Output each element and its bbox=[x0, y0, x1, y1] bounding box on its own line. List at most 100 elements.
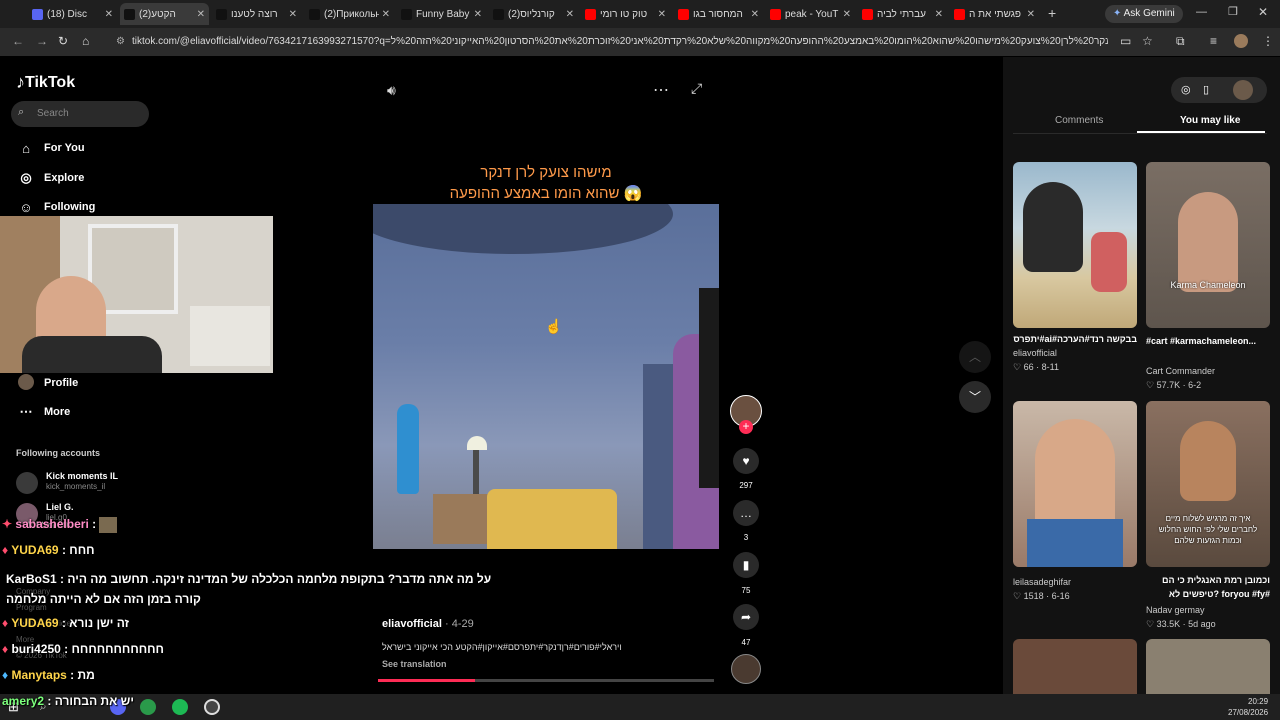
see-translation-link[interactable]: See translation bbox=[382, 659, 447, 669]
site-info-icon[interactable]: ⚙ bbox=[116, 32, 125, 52]
chevron-down-icon: ﹀ bbox=[968, 390, 981, 404]
tiktok-logo[interactable]: ♪ TikTok bbox=[16, 72, 75, 93]
tab-title: peak - YouT bbox=[785, 8, 839, 20]
profile-avatar-icon[interactable] bbox=[1234, 34, 1248, 48]
browser-menu-icon[interactable]: ⋮ bbox=[1262, 34, 1274, 48]
volume-icon[interactable]: 🔊︎ bbox=[387, 82, 396, 99]
tab-close-icon[interactable]: ✕ bbox=[935, 9, 943, 20]
browser-tab[interactable]: (2)Прикольн ✕ bbox=[305, 3, 394, 25]
chat-username: sabashelberi bbox=[15, 517, 89, 532]
browser-tab[interactable]: רוצה לטענו ✕ bbox=[212, 3, 301, 25]
card-meta: ♡ 66 · 8-11 bbox=[1013, 362, 1059, 372]
reading-list-icon[interactable]: ≡ bbox=[1210, 34, 1217, 48]
previous-video-button[interactable]: ︿ bbox=[959, 341, 991, 373]
card-author: Cart Commander bbox=[1146, 366, 1216, 376]
tab-close-icon[interactable]: ✕ bbox=[289, 9, 297, 20]
video-thumbnail[interactable] bbox=[1013, 639, 1137, 694]
follow-plus-icon[interactable]: + bbox=[739, 420, 753, 434]
browser-tab[interactable]: עברתי לביה ✕ bbox=[858, 3, 947, 25]
cast-icon[interactable]: ▭ bbox=[1120, 34, 1131, 48]
sidebar-item-profile[interactable]: Profile bbox=[16, 371, 78, 395]
video-card[interactable]: leilasadeghifar ♡ 1518 · 6-16 bbox=[1013, 401, 1137, 602]
ask-gemini-button[interactable]: ✦ Ask Gemini bbox=[1105, 5, 1183, 23]
tab-you-may-like[interactable]: You may like bbox=[1180, 115, 1240, 126]
card-caption: וכמובן רמת האנגלית כי הם #foryou #fy ?טי… bbox=[1162, 575, 1270, 599]
next-video-button[interactable]: ﹀ bbox=[959, 381, 991, 413]
tab-close-icon[interactable]: ✕ bbox=[658, 9, 666, 20]
tab-favicon-icon bbox=[493, 8, 504, 20]
video-card[interactable]: Karma Chameleon #cart #karmachameleon...… bbox=[1146, 162, 1270, 391]
url-field[interactable]: ⚙ tiktok.com/@eliavofficial/video/763421… bbox=[108, 32, 1108, 52]
browser-tab[interactable]: הקטע(2) ✕ bbox=[120, 3, 209, 25]
comment-button[interactable]: … bbox=[733, 500, 759, 526]
tiktok-note-icon: ♪ bbox=[16, 72, 25, 92]
video-thumbnail: איך זה מרגיש לשלוח מיים לחברים שלי לפי ה… bbox=[1146, 401, 1270, 567]
user-avatar[interactable] bbox=[1233, 80, 1253, 100]
tab-close-icon[interactable]: ✕ bbox=[751, 9, 759, 20]
save-count: 75 bbox=[741, 586, 751, 595]
card-author: Nadav germay bbox=[1146, 605, 1205, 615]
compass-small-icon[interactable]: ◎ bbox=[1181, 83, 1191, 96]
video-author[interactable]: eliavofficial bbox=[382, 618, 442, 630]
tab-close-icon[interactable]: ✕ bbox=[105, 9, 113, 20]
video-card[interactable]: בבקשה רנד#הערכה#ai#יתפרסם eliavofficial … bbox=[1013, 162, 1137, 373]
chat-badges-icon: ✦ bbox=[2, 517, 13, 532]
browser-tab[interactable]: (18) Disc ✕ bbox=[28, 3, 117, 25]
back-icon[interactable]: ← bbox=[12, 34, 24, 48]
share-button[interactable]: ➦ bbox=[733, 604, 759, 630]
lamp-shade bbox=[467, 436, 487, 450]
video-card[interactable]: איך זה מרגיש לשלוח מיים לחברים שלי לפי ה… bbox=[1146, 401, 1270, 630]
sidebar-item-label: For You bbox=[44, 142, 85, 154]
tab-close-icon[interactable]: ✕ bbox=[1027, 9, 1035, 20]
tab-close-icon[interactable]: ✕ bbox=[382, 9, 390, 20]
taskbar: ⊞ ⌕ 20:29 27/08/2026 bbox=[0, 694, 1280, 720]
spotify-icon[interactable] bbox=[172, 699, 188, 715]
extensions-icon[interactable]: ⧉ bbox=[1176, 34, 1185, 49]
search-input[interactable]: ⌕ Search bbox=[11, 101, 149, 127]
home-button-icon[interactable]: ⌂ bbox=[82, 34, 89, 48]
tab-close-icon[interactable]: ✕ bbox=[197, 9, 205, 20]
tab-close-icon[interactable]: ✕ bbox=[843, 9, 851, 20]
tab-close-icon[interactable]: ✕ bbox=[566, 9, 574, 20]
account-item[interactable]: Kick moments IL kick_moments_il bbox=[16, 470, 166, 494]
browser-tab[interactable]: המחסור בגו ✕ bbox=[674, 3, 763, 25]
video-progress-bar[interactable] bbox=[378, 679, 714, 682]
video-thumbnail[interactable] bbox=[1146, 639, 1270, 694]
video-player[interactable]: ☝ bbox=[373, 204, 719, 549]
more-options-icon[interactable]: ⋯ bbox=[653, 80, 669, 100]
card-likes: 66 bbox=[1023, 362, 1034, 372]
browser-tab[interactable]: טוק טו רומי ✕ bbox=[581, 3, 670, 25]
browser-tab[interactable]: פגשתי את ה ✕ bbox=[950, 3, 1039, 25]
save-button[interactable]: ▮ bbox=[733, 552, 759, 578]
browser-tab[interactable]: peak - YouT ✕ bbox=[766, 3, 855, 25]
sidebar-item-more[interactable]: ⋯ More bbox=[16, 400, 71, 424]
tab-favicon-icon bbox=[954, 8, 965, 20]
video-thumbnail bbox=[1013, 162, 1137, 328]
clock-time: 20:29 bbox=[1248, 697, 1269, 706]
thumbnail-overlay-text: איך זה מרגיש לשלוח מיים לחברים שלי לפי ה… bbox=[1158, 514, 1258, 545]
card-caption: #cart #karmachameleon... bbox=[1146, 336, 1257, 346]
reload-icon[interactable]: ↻ bbox=[58, 34, 68, 48]
heart-small-icon: ♡ bbox=[1146, 619, 1155, 629]
forward-icon[interactable]: → bbox=[36, 34, 48, 48]
tab-close-icon[interactable]: ✕ bbox=[474, 9, 482, 20]
music-disc-icon[interactable] bbox=[731, 654, 761, 684]
restore-icon[interactable]: ❐ bbox=[1228, 5, 1238, 18]
video-author-line: eliavofficial · 4-29 bbox=[382, 618, 474, 630]
person-figure bbox=[1178, 192, 1238, 292]
sidebar-item-for-you[interactable]: ⌂ For You bbox=[16, 136, 85, 160]
obs-icon[interactable] bbox=[204, 699, 220, 715]
new-tab-button[interactable]: + bbox=[1048, 5, 1056, 21]
tab-comments[interactable]: Comments bbox=[1055, 115, 1103, 126]
sidebar-item-explore[interactable]: ◎ Explore bbox=[16, 166, 84, 190]
browser-tab[interactable]: Funny Baby ✕ bbox=[397, 3, 486, 25]
like-button[interactable]: ♥ bbox=[733, 448, 759, 474]
bookmark-star-icon[interactable]: ☆ bbox=[1142, 34, 1153, 48]
chrome-icon[interactable] bbox=[140, 699, 156, 715]
fullscreen-icon[interactable]: ⤢ bbox=[691, 80, 702, 97]
chat-badges-icon: ♦ bbox=[2, 642, 9, 656]
minimize-icon[interactable]: — bbox=[1196, 6, 1207, 18]
browser-tab[interactable]: (2)קורנליוס ✕ bbox=[489, 3, 578, 25]
phone-icon[interactable]: ▯ bbox=[1203, 83, 1209, 96]
close-window-icon[interactable]: ✕ bbox=[1258, 5, 1268, 19]
